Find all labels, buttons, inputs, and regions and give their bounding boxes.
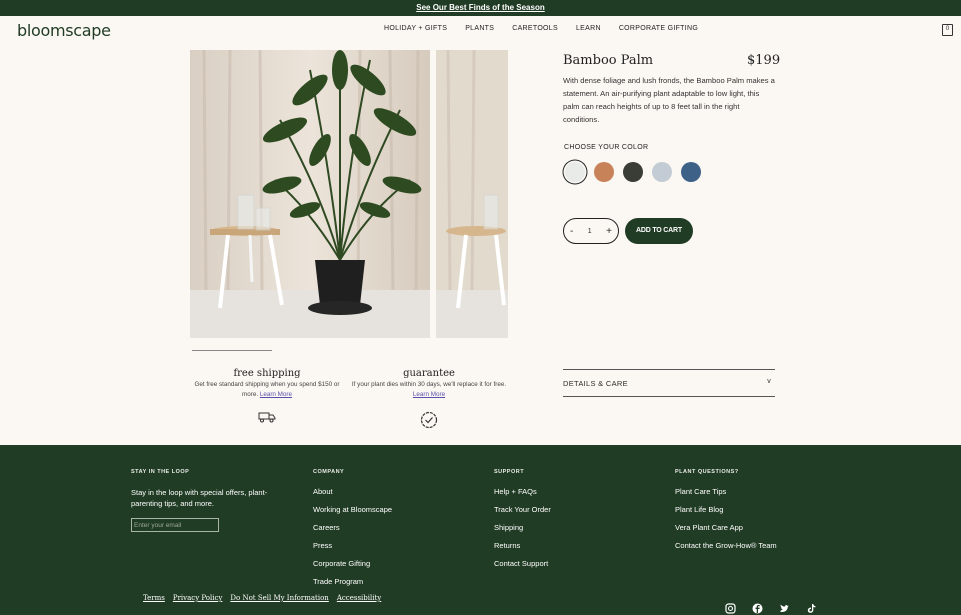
footer-link-corporate-gifting[interactable]: Corporate Gifting [313, 559, 392, 577]
main-nav: HOLIDAY + GIFTS PLANTS CARETOOLS LEARN C… [384, 25, 698, 32]
feature-free-shipping: free shipping Get free standard shipping… [188, 368, 346, 400]
footer-link-grow-how-team[interactable]: Contact the Grow-How® Team [675, 541, 777, 559]
site-footer: STAY IN THE LOOP Stay in the loop with s… [0, 445, 961, 615]
tiktok-icon[interactable] [806, 601, 817, 613]
color-swatch-2[interactable] [594, 162, 614, 182]
terms-link[interactable]: Terms [143, 594, 165, 602]
footer-newsletter: STAY IN THE LOOP Stay in the loop with s… [131, 469, 291, 532]
footer-link-track-order[interactable]: Track Your Order [494, 505, 551, 523]
footer-link-trade-program[interactable]: Trade Program [313, 577, 392, 595]
privacy-policy-link[interactable]: Privacy Policy [173, 594, 223, 602]
features-divider [192, 350, 272, 351]
footer-link-shipping[interactable]: Shipping [494, 523, 551, 541]
color-swatch-3[interactable] [623, 162, 643, 182]
footer-link-plant-care-tips[interactable]: Plant Care Tips [675, 487, 777, 505]
accessibility-link[interactable]: Accessibility [337, 594, 381, 602]
product-price: $199 [747, 53, 781, 68]
footer-link-careers[interactable]: Careers [313, 523, 392, 541]
nav-corporate-gifting[interactable]: CORPORATE GIFTING [619, 25, 698, 32]
promo-banner[interactable]: See Our Best Finds of the Season [0, 0, 961, 16]
instagram-icon[interactable] [725, 601, 736, 614]
learn-more-link[interactable]: Learn More [260, 391, 292, 398]
product-image-main[interactable] [190, 50, 430, 338]
nav-plants[interactable]: PLANTS [465, 25, 494, 32]
color-label: CHOOSE YOUR COLOR [564, 144, 649, 151]
footer-link-contact-support[interactable]: Contact Support [494, 559, 551, 577]
color-swatches [565, 162, 701, 182]
feature-title: free shipping [233, 368, 301, 379]
cart-icon[interactable]: 0 [942, 24, 953, 36]
product-gallery [190, 50, 508, 338]
decrease-quantity-button[interactable]: - [570, 226, 573, 237]
learn-more-link[interactable]: Learn More [413, 391, 445, 398]
feature-text: Get free standard shipping when you spen… [194, 381, 340, 398]
product-image-secondary[interactable] [436, 50, 508, 338]
footer-heading: COMPANY [313, 469, 345, 475]
chevron-down-icon: v [767, 378, 771, 385]
details-care-accordion[interactable]: DETAILS & CARE v [563, 369, 775, 397]
nav-caretools[interactable]: CARETOOLS [512, 25, 558, 32]
footer-link-vera-app[interactable]: Vera Plant Care App [675, 523, 777, 541]
quantity-value[interactable]: 1 [588, 228, 592, 235]
increase-quantity-button[interactable]: + [606, 226, 612, 237]
logo[interactable]: bloomscape [17, 21, 111, 40]
footer-heading: PLANT QUESTIONS? [675, 469, 739, 475]
site-header: bloomscape HOLIDAY + GIFTS PLANTS CARETO… [0, 16, 961, 48]
facebook-icon[interactable] [752, 601, 763, 614]
footer-link-help[interactable]: Help + FAQs [494, 487, 551, 505]
color-swatch-1[interactable] [565, 162, 585, 182]
footer-link-about[interactable]: About [313, 487, 392, 505]
footer-link-plant-life-blog[interactable]: Plant Life Blog [675, 505, 777, 523]
footer-company: COMPANY About Working at Bloomscape Care… [313, 469, 392, 595]
footer-link-press[interactable]: Press [313, 541, 392, 559]
quantity-stepper: - 1 + [563, 218, 619, 244]
footer-plant-questions: PLANT QUESTIONS? Plant Care Tips Plant L… [675, 469, 777, 559]
do-not-sell-link[interactable]: Do Not Sell My Information [230, 594, 328, 602]
footer-heading: SUPPORT [494, 469, 525, 475]
footer-heading: STAY IN THE LOOP [131, 469, 190, 475]
feature-text: If your plant dies within 30 days, we'll… [351, 381, 507, 398]
details-care-label: DETAILS & CARE [563, 379, 628, 388]
feature-title: guarantee [403, 368, 455, 379]
newsletter-text: Stay in the loop with special offers, pl… [131, 488, 268, 508]
legal-links: Terms Privacy Policy Do Not Sell My Info… [143, 594, 381, 602]
add-to-cart-button[interactable]: ADD TO CART [625, 218, 693, 244]
color-swatch-5[interactable] [681, 162, 701, 182]
check-badge-icon [420, 411, 438, 434]
nav-learn[interactable]: LEARN [576, 25, 601, 32]
twitter-icon[interactable] [779, 601, 790, 613]
truck-icon [258, 410, 276, 428]
color-swatch-4[interactable] [652, 162, 672, 182]
product-description: With dense foliage and lush fronds, the … [563, 76, 775, 124]
social-links [725, 601, 817, 614]
footer-link-returns[interactable]: Returns [494, 541, 551, 559]
email-field[interactable] [131, 518, 219, 532]
footer-link-careers-at[interactable]: Working at Bloomscape [313, 505, 392, 523]
nav-holiday-gifts[interactable]: HOLIDAY + GIFTS [384, 25, 447, 32]
feature-guarantee: guarantee If your plant dies within 30 d… [350, 368, 508, 400]
footer-support: SUPPORT Help + FAQs Track Your Order Shi… [494, 469, 551, 577]
product-name: Bamboo Palm [563, 53, 654, 68]
